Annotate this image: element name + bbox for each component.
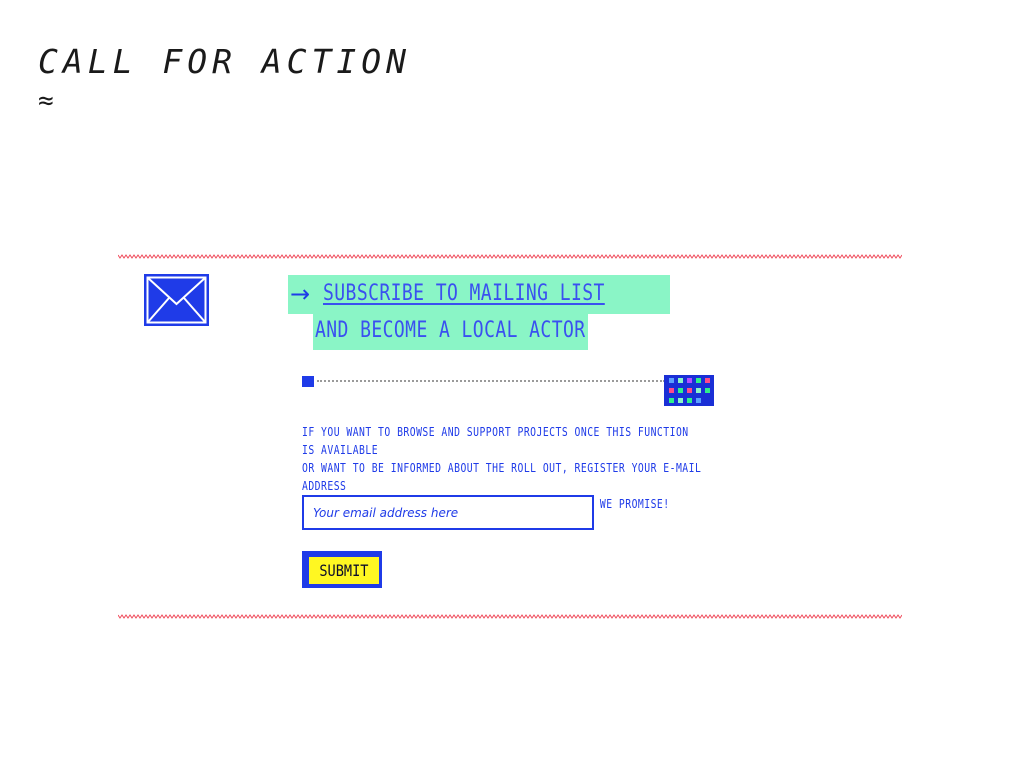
wavy-divider-top xyxy=(118,254,902,259)
progress-start-marker xyxy=(302,376,314,387)
pixel-grid-icon xyxy=(664,375,714,406)
approx-symbol: ≈ xyxy=(38,86,54,116)
email-input[interactable] xyxy=(302,495,594,530)
progress-track xyxy=(317,380,665,382)
page-title: CALL FOR ACTION xyxy=(38,42,412,81)
description-line: IF YOU WANT TO BROWSE AND SUPPORT PROJEC… xyxy=(302,424,689,457)
description-line: OR WANT TO BE INFORMED ABOUT THE ROLL OU… xyxy=(302,460,702,493)
submit-button-face[interactable]: SUBMIT xyxy=(309,557,379,584)
wavy-divider-bottom xyxy=(118,614,902,619)
subscribe-link[interactable]: SUBSCRIBE TO MAILING LIST xyxy=(323,281,605,306)
arrow-right-icon: → xyxy=(290,280,311,308)
submit-button[interactable]: SUBMIT xyxy=(302,551,382,588)
subheadline: AND BECOME A LOCAL ACTOR xyxy=(315,318,586,343)
submit-label: SUBMIT xyxy=(319,561,369,580)
envelope-icon xyxy=(144,274,209,326)
